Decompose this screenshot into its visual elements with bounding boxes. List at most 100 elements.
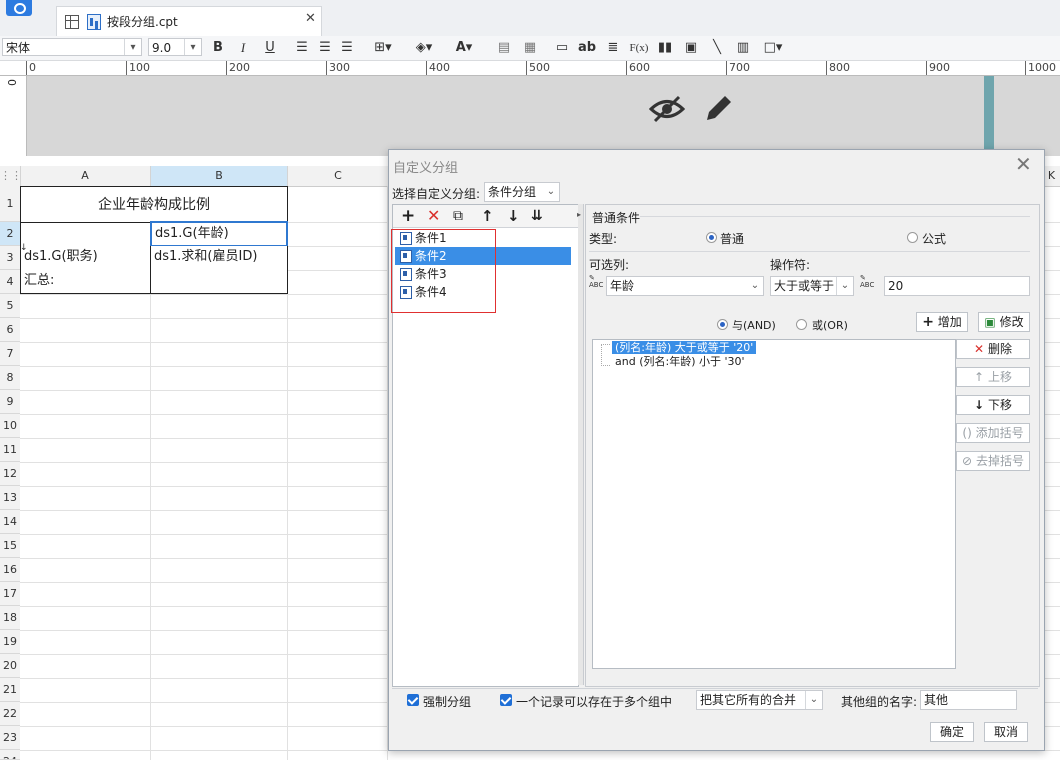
image-icon[interactable]: ▣ bbox=[682, 39, 700, 57]
multi-group-checkbox[interactable] bbox=[500, 694, 512, 706]
bold-button[interactable]: B bbox=[210, 39, 226, 57]
move-bottom-icon[interactable]: ⇊ bbox=[531, 205, 543, 227]
row-header[interactable]: 11 bbox=[0, 438, 20, 462]
modify-condition-button[interactable]: ▣ 修改 bbox=[978, 312, 1030, 332]
merge-option-select[interactable]: 把其它所有的合并 ⌄ bbox=[696, 690, 823, 710]
expression-item[interactable]: and (列名:年龄) 小于 '30' bbox=[612, 355, 748, 368]
cell-a1-title[interactable]: 企业年龄构成比例 bbox=[20, 186, 288, 223]
document-tab[interactable]: 按段分组.cpt ✕ bbox=[56, 6, 322, 37]
arrow-down-icon[interactable]: ↓ bbox=[507, 205, 520, 227]
eye-hidden-icon[interactable] bbox=[649, 94, 685, 124]
move-down-button[interactable]: ↓ 下移 bbox=[956, 395, 1030, 415]
row-header[interactable]: 20 bbox=[0, 654, 20, 678]
row-header[interactable]: 23 bbox=[0, 726, 20, 750]
align-right-icon[interactable]: ☰ bbox=[339, 39, 355, 57]
delete-icon[interactable]: ✕ bbox=[427, 205, 440, 227]
text-ab-icon[interactable]: ab bbox=[578, 39, 596, 57]
remove-bracket-button[interactable]: ⊘ 去掉括号 bbox=[956, 451, 1030, 471]
fill-color-icon[interactable]: ◈▾ bbox=[410, 39, 438, 57]
row-divider bbox=[589, 251, 1030, 252]
row-header[interactable]: 1 bbox=[0, 186, 20, 222]
cell-b2[interactable]: ds1.G(年龄) bbox=[150, 221, 288, 247]
row-header[interactable]: 14 bbox=[0, 510, 20, 534]
align-center-icon[interactable]: ☰ bbox=[317, 39, 333, 57]
formula-icon[interactable]: F(x) bbox=[628, 39, 650, 57]
cancel-button[interactable]: 取消 bbox=[984, 722, 1028, 742]
other-group-input[interactable]: 其他 bbox=[920, 690, 1017, 710]
expression-item-selected[interactable]: (列名:年龄) 大于或等于 '20' bbox=[612, 341, 757, 354]
or-radio[interactable] bbox=[796, 319, 807, 330]
horizontal-ruler: 0 100 200 300 400 500 600 700 800 900 10… bbox=[0, 61, 1060, 76]
add-icon[interactable]: + bbox=[401, 205, 415, 227]
slash-icon[interactable]: ╲ bbox=[708, 39, 726, 57]
row-header[interactable]: 8 bbox=[0, 366, 20, 390]
splitter-handle[interactable]: ▸ bbox=[577, 204, 584, 685]
value-type-icon[interactable]: ✎ ABC bbox=[860, 275, 876, 289]
border-icon[interactable]: ⊞▾ bbox=[370, 39, 396, 57]
row-header[interactable]: 17 bbox=[0, 582, 20, 606]
sheet-gap bbox=[0, 156, 388, 166]
font-name-select[interactable]: 宋体 ▾ bbox=[2, 38, 142, 56]
row-header[interactable]: 10 bbox=[0, 414, 20, 438]
row-header[interactable]: 6 bbox=[0, 318, 20, 342]
column-select[interactable]: 年龄 ⌄ bbox=[606, 276, 764, 296]
type-normal-radio[interactable] bbox=[706, 232, 717, 243]
row-header[interactable]: 7 bbox=[0, 342, 20, 366]
operator-select[interactable]: 大于或等于 ⌄ bbox=[770, 276, 854, 296]
force-group-checkbox[interactable] bbox=[407, 694, 419, 706]
row-header[interactable]: 2 bbox=[0, 222, 20, 246]
column-header-b[interactable]: B bbox=[151, 166, 288, 186]
tab-close-icon[interactable]: ✕ bbox=[305, 11, 316, 26]
cell-a3[interactable]: ds1.G(职务) bbox=[20, 246, 151, 271]
row-header[interactable]: 13 bbox=[0, 486, 20, 510]
cell-a4[interactable]: 汇总: bbox=[20, 270, 151, 294]
frame-icon[interactable]: □▾ bbox=[760, 39, 786, 57]
row-header[interactable]: 3 bbox=[0, 246, 20, 270]
collapse-arrow-icon[interactable]: ▸ bbox=[577, 210, 581, 219]
group-type-select[interactable]: 条件分组 ⌄ bbox=[484, 182, 560, 202]
row-header[interactable]: 4 bbox=[0, 270, 20, 294]
subreport-icon[interactable]: ▥ bbox=[734, 39, 752, 57]
move-up-button[interactable]: ↑ 上移 bbox=[956, 367, 1030, 387]
add-bracket-button[interactable]: () 添加括号 bbox=[956, 423, 1030, 443]
row-header[interactable]: 5 bbox=[0, 294, 20, 318]
cell-b4[interactable] bbox=[150, 270, 288, 294]
app-logo-icon[interactable] bbox=[6, 0, 32, 16]
row-header[interactable]: 16 bbox=[0, 558, 20, 582]
row-header[interactable]: 24 bbox=[0, 750, 20, 760]
delete-button[interactable]: ✕ 删除 bbox=[956, 339, 1030, 359]
split-cell-icon[interactable]: ▦ bbox=[522, 39, 538, 57]
font-color-icon[interactable]: A▾ bbox=[450, 39, 478, 57]
merge-cell-icon[interactable]: ▤ bbox=[496, 39, 512, 57]
font-size-select[interactable]: 9.0 ▾ bbox=[148, 38, 202, 56]
cell-b3[interactable]: ds1.求和(雇员ID) bbox=[150, 246, 288, 271]
ok-button[interactable]: 确定 bbox=[930, 722, 974, 742]
column-header-c[interactable]: C bbox=[288, 166, 389, 186]
section-title: 普通条件 bbox=[592, 211, 641, 225]
row-header[interactable]: 22 bbox=[0, 702, 20, 726]
row-header[interactable]: 18 bbox=[0, 606, 20, 630]
column-header-a[interactable]: A bbox=[20, 166, 151, 186]
row-header[interactable]: 15 bbox=[0, 534, 20, 558]
chart-icon[interactable]: ▮▮ bbox=[656, 39, 674, 57]
row-header[interactable]: 19 bbox=[0, 630, 20, 654]
arrow-up-icon[interactable]: ↑ bbox=[481, 205, 494, 227]
italic-button[interactable]: I bbox=[235, 39, 251, 57]
column-header-k[interactable]: K bbox=[1043, 166, 1060, 186]
type-formula-radio[interactable] bbox=[907, 232, 918, 243]
insert-text-icon[interactable]: ▭ bbox=[554, 39, 570, 57]
value-input[interactable]: 20 bbox=[884, 276, 1030, 296]
underline-button[interactable]: U bbox=[262, 39, 278, 57]
and-radio[interactable] bbox=[717, 319, 728, 330]
row-header[interactable]: 9 bbox=[0, 390, 20, 414]
row-header[interactable]: 12 bbox=[0, 462, 20, 486]
dialog-close-icon[interactable]: ✕ bbox=[1015, 152, 1032, 176]
pencil-icon[interactable] bbox=[703, 92, 733, 124]
align-left-icon[interactable]: ☰ bbox=[294, 39, 310, 57]
select-all-corner[interactable]: ⋮⋮ bbox=[0, 166, 22, 186]
rich-text-icon[interactable]: ≣ bbox=[604, 39, 622, 57]
add-condition-button[interactable]: + 增加 bbox=[916, 312, 968, 332]
copy-icon[interactable]: ⧉ bbox=[453, 205, 463, 227]
row-header[interactable]: 21 bbox=[0, 678, 20, 702]
cell-a2[interactable] bbox=[20, 222, 151, 247]
